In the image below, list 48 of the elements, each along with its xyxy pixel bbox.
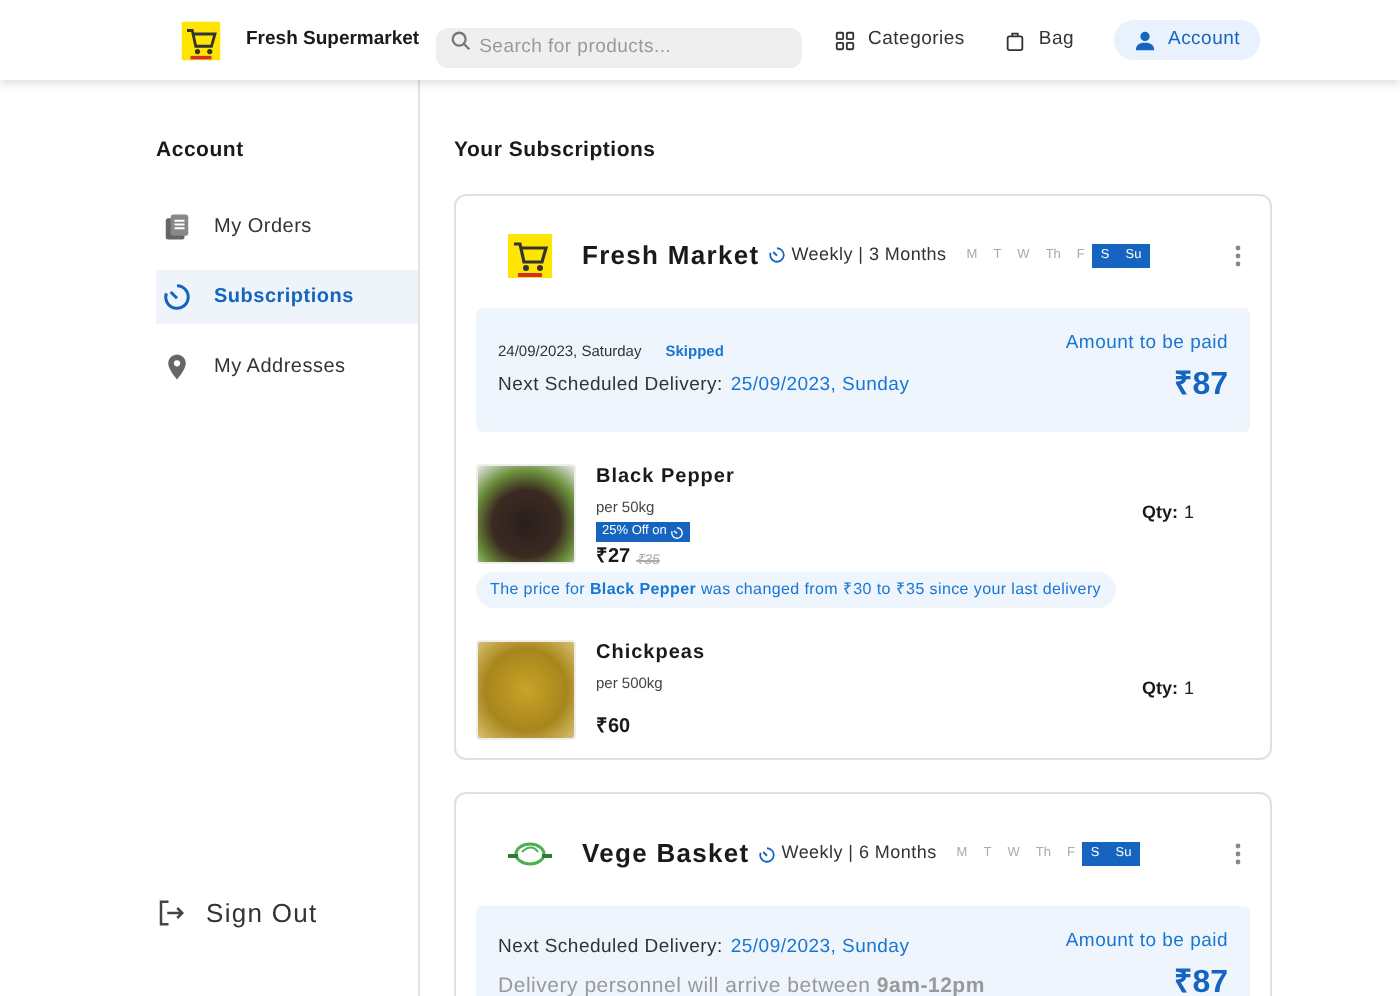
store-name: Vege Basket	[582, 836, 750, 873]
bag-icon	[1004, 29, 1027, 51]
timer-icon	[767, 246, 786, 265]
sidebar-item[interactable]: My Addresses	[156, 339, 418, 394]
grid-icon	[834, 29, 857, 51]
sidebar-item[interactable]: Subscriptions	[156, 269, 418, 324]
next-delivery-date: 25/09/2023, Sunday	[730, 933, 910, 962]
amount-label: Amount to be paid	[1065, 928, 1228, 956]
amount-value: ₹87	[1174, 964, 1228, 996]
sidebar-title: Account	[156, 136, 246, 166]
arrival-note: Delivery personnel will arrive between 9am-12pm	[498, 971, 987, 996]
timer-icon	[162, 281, 192, 312]
sign-out-button[interactable]: Sign Out	[156, 893, 418, 932]
logout-icon	[156, 897, 186, 928]
store-logo	[180, 19, 222, 61]
timer-icon	[757, 845, 776, 863]
amount-label: Amount to be paid	[1065, 329, 1228, 358]
product-name: Chickpeas	[596, 640, 708, 668]
price-change-notice: The price for Black Pepper was changed from ₹30 to ₹35 since your last delivery	[476, 572, 1116, 608]
sidebar-item[interactable]: My Orders	[156, 199, 418, 254]
photo-placeholder	[476, 640, 576, 740]
nav-button[interactable]: Categories	[826, 20, 973, 60]
page-title: Your Subscriptions	[454, 136, 658, 166]
nav-button[interactable]: Account	[1114, 20, 1260, 60]
product-name: Black Pepper	[596, 464, 737, 492]
qty-value: 1	[1183, 500, 1194, 527]
plan-label: Weekly | 3 Months	[791, 242, 947, 268]
plan-label: Weekly | 6 Months	[781, 840, 937, 867]
product-price: ₹27	[596, 544, 631, 572]
amount-value: ₹87	[1174, 366, 1228, 406]
product-price: ₹60	[596, 714, 631, 742]
store-name: Fresh Market	[582, 238, 760, 274]
location-pin-icon	[162, 351, 192, 382]
brand-name[interactable]: Fresh Supermarket	[246, 25, 420, 55]
next-delivery-label: Next Scheduled Delivery:	[498, 933, 723, 962]
search-icon	[449, 29, 472, 51]
qty-value: 1	[1183, 676, 1194, 703]
timer-icon	[670, 525, 685, 540]
nav-button[interactable]: Bag	[996, 20, 1082, 60]
document-stack-icon	[162, 211, 192, 242]
next-delivery-date: 25/09/2023, Sunday	[730, 371, 910, 400]
photo-placeholder	[476, 464, 576, 564]
qty-label: Qty:	[1141, 676, 1178, 703]
qty-label: Qty:	[1141, 500, 1178, 527]
store-logo	[505, 231, 553, 280]
next-delivery-label: Next Scheduled Delivery:	[498, 371, 723, 400]
user-icon	[1134, 29, 1156, 51]
search-field[interactable]: Search for products...	[435, 27, 803, 67]
